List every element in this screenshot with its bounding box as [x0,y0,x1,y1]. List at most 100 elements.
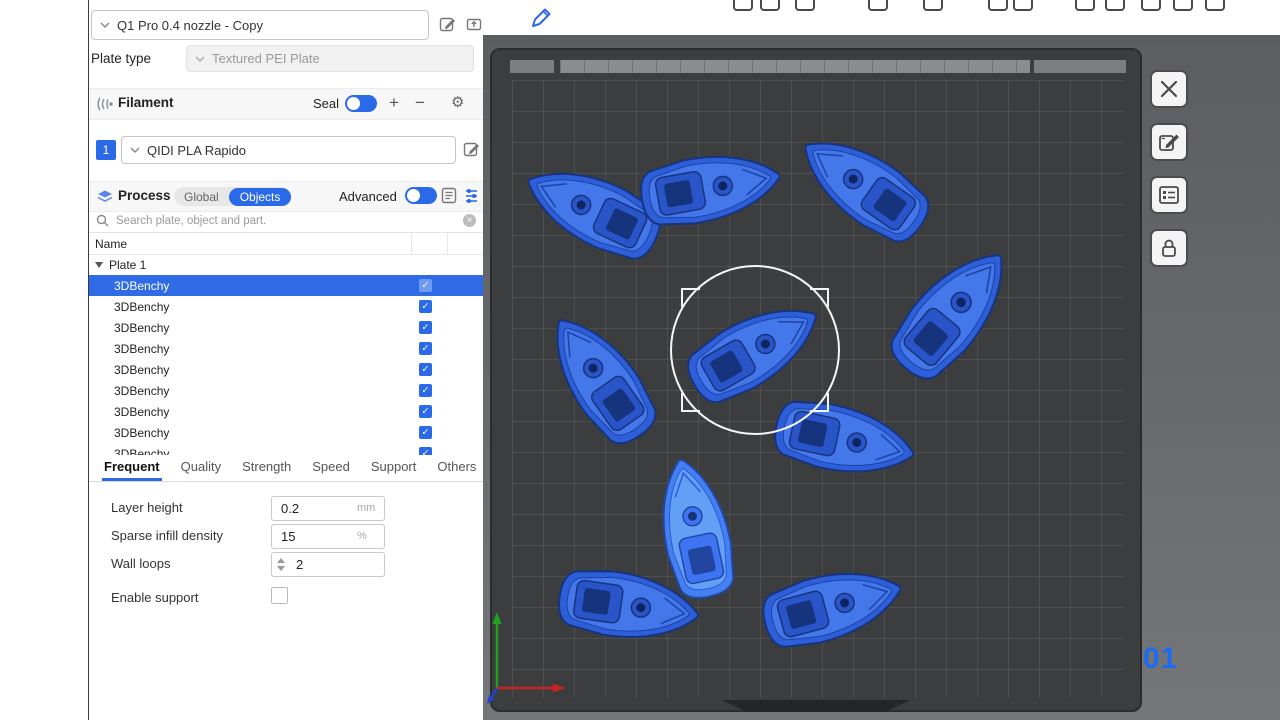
edit-preset-button[interactable] [437,14,459,36]
edit-filament-button[interactable] [461,139,483,161]
object-row[interactable]: 3DBenchy [89,380,483,401]
object-visibility-checkbox[interactable] [419,321,432,334]
name-column-header: Name [95,237,127,251]
scope-global-button[interactable]: Global [174,190,229,204]
object-row[interactable]: 3DBenchy [89,317,483,338]
tab-others[interactable]: Others [437,459,476,481]
plate-list-icon [1157,183,1181,207]
printer-preset-select[interactable]: Q1 Pro 0.4 nozzle - Copy [91,10,429,40]
tab-speed[interactable]: Speed [312,459,350,481]
object-visibility-checkbox[interactable] [419,447,432,455]
pencil-icon[interactable] [527,5,553,31]
chevron-down-icon [195,56,205,62]
scope-switch: Global Objects [174,187,291,206]
object-visibility-checkbox[interactable] [419,384,432,397]
object-visibility-checkbox[interactable] [419,300,432,313]
tab-support[interactable]: Support [371,459,417,481]
lock-button[interactable] [1150,229,1188,267]
chevron-down-icon [130,147,140,153]
toolbar-icon-partial[interactable] [733,0,753,11]
object-label: 3DBenchy [114,405,169,419]
viewport-toolbar-strip [483,0,1280,35]
scope-objects-button[interactable]: Objects [229,188,292,206]
filament-row: 1 QIDI PLA Rapido [89,134,483,166]
toolbar-icon-partial[interactable] [868,0,888,11]
tab-frequent[interactable]: Frequent [104,459,160,481]
sparse-infill-label: Sparse infill density [111,528,223,543]
advanced-label: Advanced [339,189,397,204]
enable-support-checkbox[interactable] [271,587,288,604]
bed-grid [512,80,1124,698]
wall-loops-stepper[interactable] [277,558,285,571]
export-preset-button[interactable] [463,14,485,36]
search-input[interactable] [114,214,458,228]
object-row[interactable]: 3DBenchy [89,359,483,380]
toolbar-icon-partial[interactable] [1075,0,1095,11]
toolbar-icon-partial[interactable] [1013,0,1033,11]
object-row[interactable]: 3DBenchy [89,296,483,317]
object-row[interactable]: 3DBenchy [89,338,483,359]
plate-settings-button[interactable] [1150,176,1188,214]
plate-row-label: Plate 1 [109,258,146,272]
auto-orient-button[interactable] [1150,123,1188,161]
sparse-infill-unit: % [357,530,367,542]
layer-height-unit: mm [357,502,375,514]
stepper-up-icon[interactable] [277,558,285,563]
object-visibility-checkbox[interactable] [419,405,432,418]
object-label: 3DBenchy [114,300,169,314]
object-visibility-checkbox[interactable] [419,342,432,355]
stepper-down-icon[interactable] [277,566,285,571]
object-row[interactable]: 3DBenchy [89,275,483,296]
wall-loops-label: Wall loops [111,556,170,571]
settings-tabs: Frequent Quality Strength Speed Support … [89,456,483,482]
caret-down-icon [95,262,103,268]
object-row[interactable]: 3DBenchy [89,443,483,455]
toolbar-icon-partial[interactable] [760,0,780,11]
delete-button[interactable] [1150,70,1188,108]
toolbar-icon-partial[interactable] [1141,0,1161,11]
plate-number-badge[interactable]: 01 [1143,642,1178,676]
toolbar-icon-partial[interactable] [1105,0,1125,11]
wall-loops-row: Wall loops [89,552,483,578]
toolbar-icon-partial[interactable] [923,0,943,11]
filament-slot-badge[interactable]: 1 [96,140,116,160]
filament-settings-gear-icon[interactable]: ⚙ [451,93,464,111]
sparse-infill-input[interactable] [271,524,385,549]
tab-quality[interactable]: Quality [181,459,221,481]
wall-loops-input[interactable] [271,552,385,577]
display-settings-icon[interactable] [463,187,480,207]
seal-toggle[interactable] [345,95,377,112]
tab-strength[interactable]: Strength [242,459,291,481]
parameter-list-icon[interactable] [441,187,458,207]
layer-height-row: Layer height mm [89,496,483,522]
search-bar: × [89,209,483,233]
advanced-toggle[interactable] [405,187,437,204]
object-visibility-checkbox[interactable] [419,426,432,439]
chevron-down-icon [100,22,110,28]
object-row[interactable]: 3DBenchy [89,401,483,422]
print-bed[interactable] [490,48,1142,712]
remove-filament-button[interactable]: − [409,91,431,115]
enable-support-row: Enable support [89,586,483,612]
tree-plate-row[interactable]: Plate 1 [89,254,483,275]
toggle-knob [347,97,360,110]
add-filament-button[interactable]: + [383,91,405,115]
filament-section-header: Filament Seal + − ⚙ [89,88,483,120]
sparse-infill-row: Sparse infill density % [89,524,483,550]
object-label: 3DBenchy [114,447,169,456]
toolbar-icon-partial[interactable] [795,0,815,11]
edit-icon [463,140,481,158]
object-visibility-checkbox[interactable] [419,363,432,376]
plate-type-select[interactable]: Textured PEI Plate [186,45,474,72]
viewport-3d[interactable]: 01 [483,0,1280,720]
object-row[interactable]: 3DBenchy [89,422,483,443]
object-visibility-checkbox[interactable] [419,279,432,292]
toolbar-icon-partial[interactable] [988,0,1008,11]
toolbar-icon-partial[interactable] [1205,0,1225,11]
toolbar-icon-partial[interactable] [1173,0,1193,11]
bed-calibration-strip [560,60,1030,73]
slicer-app: Q1 Pro 0.4 nozzle - Copy Plate type Text… [0,0,1280,720]
process-section-header: Process Global Objects Advanced [89,181,483,212]
filament-select[interactable]: QIDI PLA Rapido [121,136,456,164]
clear-search-icon[interactable]: × [463,214,476,227]
